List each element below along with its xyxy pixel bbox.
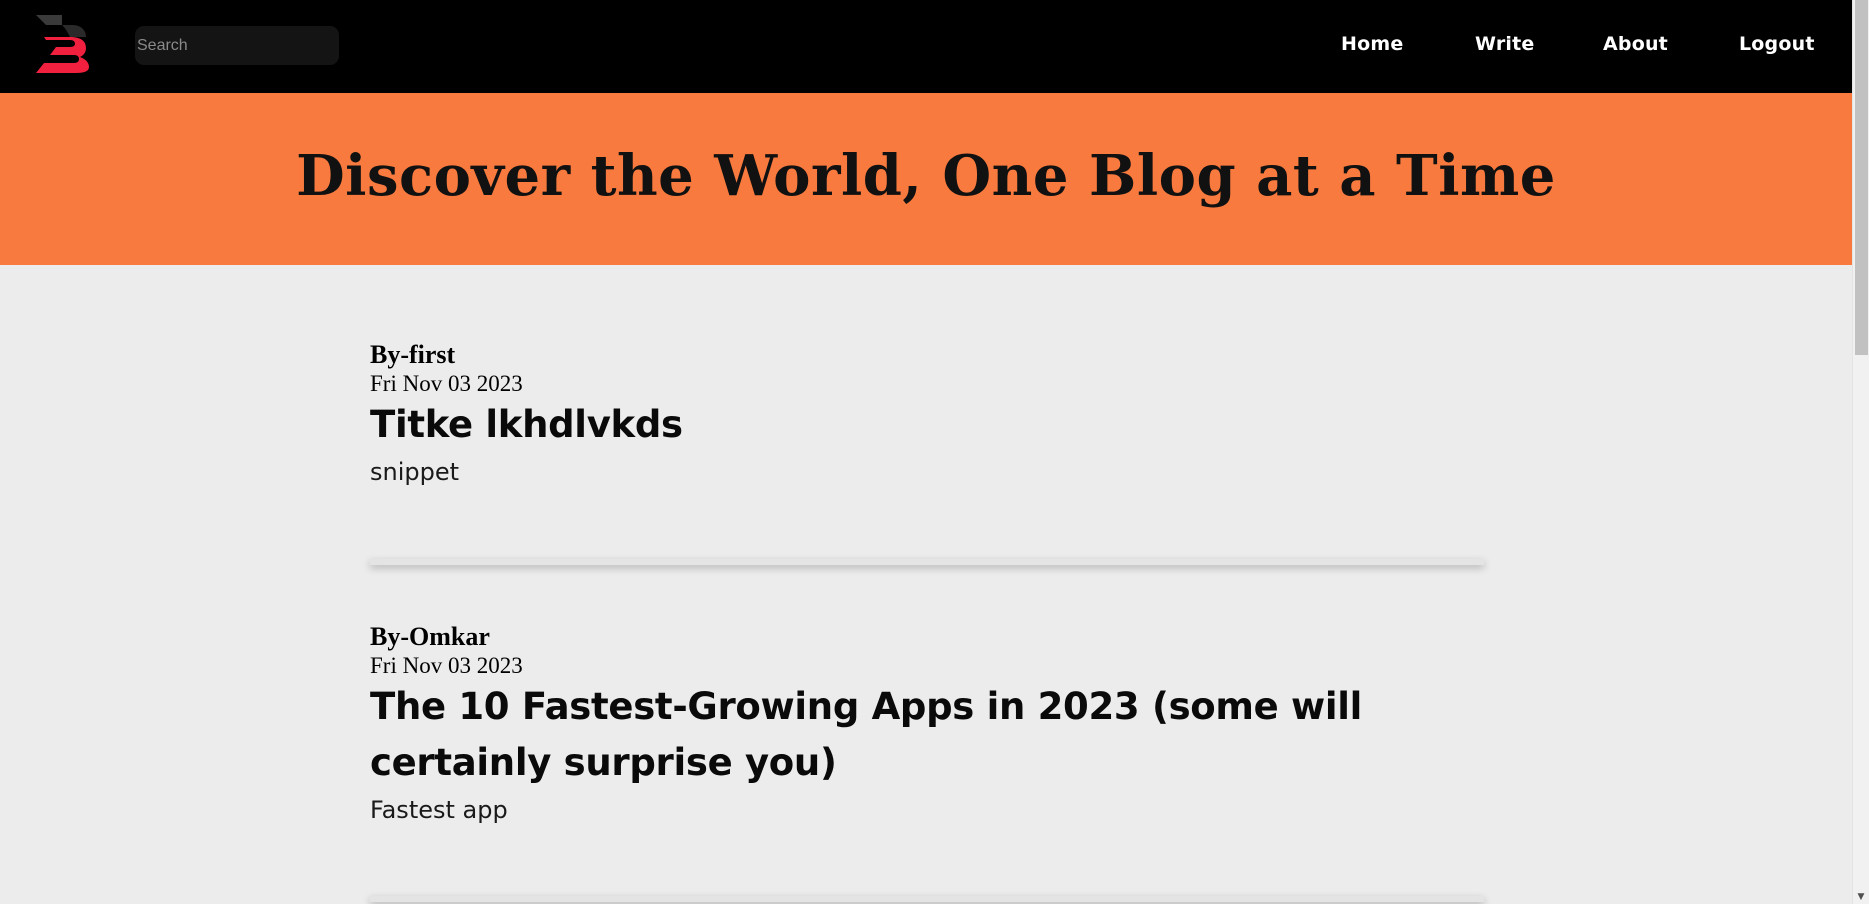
post-date: Fri Nov 03 2023: [370, 371, 523, 396]
scroll-down-arrow-icon[interactable]: ▼: [1856, 892, 1866, 902]
scrollbar-thumb[interactable]: [1855, 0, 1868, 355]
nav-logout-link[interactable]: Logout: [1739, 33, 1815, 55]
post-divider: [370, 896, 1484, 902]
hero-title: Discover the World, One Blog at a Time: [296, 143, 1556, 209]
top-navbar: Home Write About Logout: [0, 0, 1852, 93]
post-author: By-first: [370, 340, 456, 369]
post-author: By-Omkar: [370, 622, 490, 651]
b-logo-icon[interactable]: [36, 15, 90, 73]
post-card: By-Omkar Fri Nov 03 2023 The 10 Fastest-…: [370, 622, 1484, 827]
vertical-scrollbar[interactable]: ▼: [1852, 0, 1869, 904]
post-divider: [370, 559, 1484, 565]
search-input[interactable]: [135, 26, 339, 65]
hero-banner: Discover the World, One Blog at a Time: [0, 93, 1852, 265]
post-title-link[interactable]: Titke lkhdlvkds: [370, 397, 1484, 453]
nav-write-link[interactable]: Write: [1475, 33, 1534, 55]
post-card: By-first Fri Nov 03 2023 Titke lkhdlvkds…: [370, 340, 1484, 489]
nav-home-link[interactable]: Home: [1341, 33, 1403, 55]
nav-about-link[interactable]: About: [1603, 33, 1668, 55]
page: Home Write About Logout Discover the Wor…: [0, 0, 1852, 904]
post-snippet: Fastest app: [370, 796, 508, 824]
post-title-link[interactable]: The 10 Fastest-Growing Apps in 2023 (som…: [370, 679, 1484, 791]
post-date: Fri Nov 03 2023: [370, 653, 523, 678]
post-snippet: snippet: [370, 458, 460, 486]
